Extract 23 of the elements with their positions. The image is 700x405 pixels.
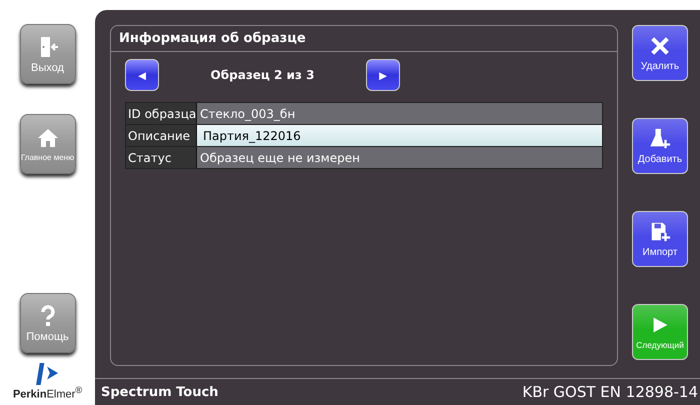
logo-text: PerkinElmer$^{®}$ bbox=[12, 385, 82, 401]
close-icon bbox=[649, 34, 671, 56]
action-button[interactable]: Добавить bbox=[632, 118, 688, 174]
field-value[interactable]: Партия_122016 bbox=[197, 125, 602, 146]
flask-plus-icon bbox=[649, 128, 671, 150]
floppy-plus-icon bbox=[649, 220, 671, 242]
field-label: Описание bbox=[126, 125, 197, 146]
field-label: Статус bbox=[126, 147, 197, 168]
field-value[interactable]: Стекло_003_бн bbox=[197, 103, 602, 124]
panel-title: Информация об образце bbox=[111, 26, 617, 52]
field-value[interactable]: Образец еще не измерен bbox=[197, 147, 602, 168]
side-button[interactable]: Выход bbox=[20, 24, 76, 84]
next-sample-button[interactable]: ► bbox=[366, 59, 400, 91]
method-name: KBr GOST EN 12898-14 bbox=[522, 383, 698, 401]
home-icon bbox=[36, 126, 60, 150]
sample-counter: Образец 2 из 3 bbox=[210, 68, 316, 82]
action-button[interactable]: Удалить bbox=[632, 25, 688, 81]
previous-button[interactable]: ◄ bbox=[125, 59, 159, 91]
action-button[interactable]: Импорт bbox=[632, 211, 688, 267]
field-label: ID образца bbox=[126, 103, 197, 124]
side-button[interactable]: Главное меню bbox=[20, 114, 76, 174]
app-name: Spectrum Touch bbox=[101, 384, 218, 400]
side-button[interactable]: Помощь bbox=[20, 293, 76, 354]
